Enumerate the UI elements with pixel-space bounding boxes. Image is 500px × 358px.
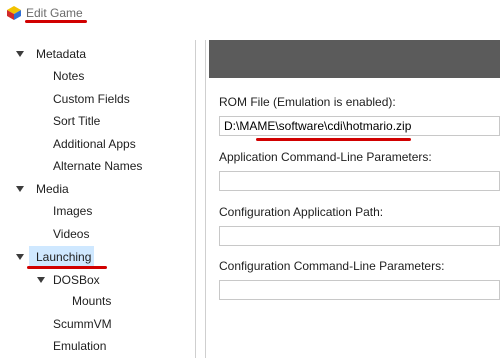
annotation-underline-title xyxy=(25,20,87,23)
tree-item-alternate-names[interactable]: Alternate Names xyxy=(53,156,142,176)
rom-file-field[interactable]: D:\MAME\software\cdi\hotmario.zip xyxy=(219,116,500,136)
tree-item-metadata[interactable]: Metadata xyxy=(36,44,86,64)
window-title: Edit Game xyxy=(26,6,83,20)
config-path-field[interactable] xyxy=(219,226,500,246)
tree-item-launching[interactable]: Launching xyxy=(36,247,91,267)
config-path-label: Configuration Application Path: xyxy=(219,205,384,219)
annotation-underline-launching xyxy=(27,266,107,269)
tree-item-additional-apps[interactable]: Additional Apps xyxy=(53,134,136,154)
panel-header-bar xyxy=(209,40,500,78)
config-params-label: Configuration Command-Line Parameters: xyxy=(219,259,445,273)
app-icon xyxy=(6,5,22,21)
expand-arrow-icon[interactable] xyxy=(16,51,24,57)
launching-panel xyxy=(205,40,500,358)
rom-file-value: D:\MAME\software\cdi\hotmario.zip xyxy=(224,119,412,133)
tree-item-images[interactable]: Images xyxy=(53,201,92,221)
tree-item-custom-fields[interactable]: Custom Fields xyxy=(53,89,130,109)
annotation-underline-rom-path xyxy=(256,138,411,141)
title-bar: Edit Game xyxy=(0,0,500,30)
expand-arrow-icon[interactable] xyxy=(16,254,24,260)
tree-item-media[interactable]: Media xyxy=(36,179,69,199)
tree-item-videos[interactable]: Videos xyxy=(53,224,89,244)
app-params-label: Application Command-Line Parameters: xyxy=(219,150,432,164)
tree-item-sort-title[interactable]: Sort Title xyxy=(53,111,100,131)
rom-file-label: ROM File (Emulation is enabled): xyxy=(219,95,396,109)
tree-item-emulation[interactable]: Emulation xyxy=(53,336,106,356)
config-params-field[interactable] xyxy=(219,280,500,300)
tree-item-notes[interactable]: Notes xyxy=(53,66,84,86)
tree-item-mounts[interactable]: Mounts xyxy=(72,291,111,311)
expand-arrow-icon[interactable] xyxy=(16,186,24,192)
tree-item-scummvm[interactable]: ScummVM xyxy=(53,314,112,334)
app-params-field[interactable] xyxy=(219,171,500,191)
expand-arrow-icon[interactable] xyxy=(37,277,45,283)
tree-item-dosbox[interactable]: DOSBox xyxy=(53,270,100,290)
